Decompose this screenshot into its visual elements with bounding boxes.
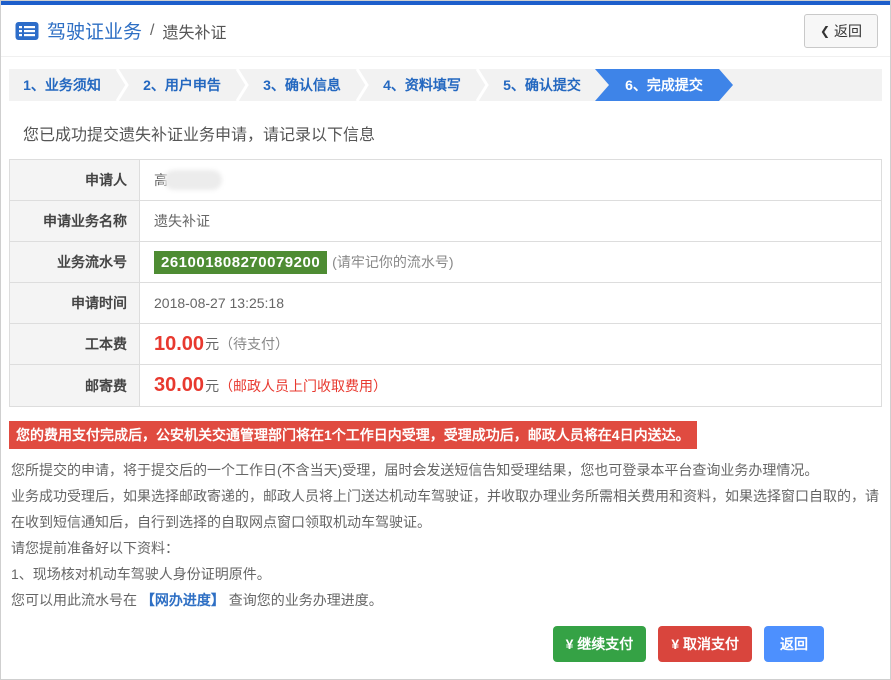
footer-actions: ¥ 继续支付 ¥ 取消支付 返回 [552,626,824,662]
table-row-serial: 业务流水号 261001808270079200 (请牢记你的流水号) [10,242,881,283]
table-row-production-fee: 工本费 10.00 元 （待支付） [10,324,881,365]
page: 驾驶证业务 / 遗失补证 ❮ 返回 1、业务须知 2、用户申告 3、确认信息 4… [0,0,891,680]
serial-number-badge: 261001808270079200 [154,250,328,274]
table-row-business-name: 申请业务名称 遗失补证 [10,201,881,242]
alert-banner: 您的费用支付完成后，公安机关交通管理部门将在1个工作日内受理，受理成功后，邮政人… [9,421,697,449]
production-fee-amount: 10.00 [154,332,205,355]
table-row-postage-fee: 邮寄费 30.00 元 （邮政人员上门收取费用） [10,365,881,406]
business-name: 遗失补证 [154,213,210,229]
fee-unit: 元 [205,377,220,394]
progress-prefix: 您可以用此流水号在 [11,592,137,608]
fee-unit: 元 [205,336,220,352]
step-4-fill-data[interactable]: 4、资料填写 [369,69,475,101]
step-separator-icon [355,69,369,101]
continue-pay-button[interactable]: ¥ 继续支付 [552,626,647,662]
note-paragraph-1: 您所提交的申请，将于提交后的一个工作日(不含当天)受理，届时会发送短信告知受理结… [11,462,819,478]
row-label: 申请业务名称 [10,201,140,241]
table-row-apply-time: 申请时间 2018-08-27 13:25:18 [10,283,881,324]
note-paragraph-3: 请您提前准备好以下资料： [11,540,179,556]
notes-section: 您所提交的申请，将于提交后的一个工作日(不含当天)受理，届时会发送短信告知受理结… [11,457,880,613]
row-label: 业务流水号 [10,242,140,282]
breadcrumb-separator: / [150,21,155,39]
row-value: 高 [140,160,881,200]
return-button[interactable]: 返回 [764,626,824,662]
header: 驾驶证业务 / 遗失补证 ❮ 返回 [1,5,890,57]
table-row-applicant: 申请人 高 [10,160,881,201]
step-3-confirm-info[interactable]: 3、确认信息 [249,69,355,101]
postage-fee-note: （邮政人员上门收取费用） [219,377,388,394]
cancel-pay-button[interactable]: ¥ 取消支付 [658,626,752,662]
step-separator-icon [475,69,489,101]
step-5-confirm-submit[interactable]: 5、确认提交 [489,69,595,101]
row-label: 邮寄费 [10,365,140,406]
progress-suffix: 查询您的业务办理进度。 [228,592,383,608]
progress-query-line: 您可以用此流水号在 【网办进度】 查询您的业务办理进度。 [11,587,880,613]
note-paragraph-4: 1、现场核对机动车驾驶人身份证明原件。 [11,566,271,582]
step-nav: 1、业务须知 2、用户申告 3、确认信息 4、资料填写 5、确认提交 6、完成提… [9,69,882,101]
row-label: 申请时间 [10,283,140,323]
progress-link[interactable]: 【网办进度】 [141,592,225,608]
row-value: 261001808270079200 (请牢记你的流水号) [140,242,881,282]
redacted-name-blur [164,170,222,190]
postage-fee-amount: 30.00 [154,374,205,396]
success-message: 您已成功提交遗失补证业务申请，请记录以下信息 [23,127,376,144]
note-paragraph-2: 业务成功受理后，如果选择邮政寄递的，邮政人员将上门送达机动车驾驶证，并收取办理业… [11,488,879,530]
apply-time: 2018-08-27 13:25:18 [154,295,284,311]
serial-note: (请牢记你的流水号) [332,254,454,270]
license-card-icon [15,21,39,41]
step-separator-icon [235,69,249,101]
row-label: 工本费 [10,324,140,364]
step-separator-icon [115,69,129,101]
production-fee-note: （待支付） [219,336,290,352]
row-value: 遗失补证 [140,201,881,241]
step-6-complete-active: 6、完成提交 [595,69,733,101]
breadcrumb: 驾驶证业务 / 遗失补证 [15,17,226,44]
step-2-declaration[interactable]: 2、用户申告 [129,69,235,101]
row-value: 30.00 元 （邮政人员上门收取费用） [140,365,881,406]
back-button-label: 返回 [834,22,862,39]
step-nav-filler [733,69,882,101]
info-table: 申请人 高 申请业务名称 遗失补证 业务流水号 2610018082700792… [9,159,882,407]
page-title: 驾驶证业务 [47,22,143,43]
back-button[interactable]: ❮ 返回 [803,13,878,48]
chevron-left-icon: ❮ [819,23,830,38]
row-label: 申请人 [10,160,140,200]
step-1-notice[interactable]: 1、业务须知 [9,69,115,101]
row-value: 2018-08-27 13:25:18 [140,283,881,323]
row-value: 10.00 元 （待支付） [140,324,881,364]
breadcrumb-current: 遗失补证 [162,24,227,42]
